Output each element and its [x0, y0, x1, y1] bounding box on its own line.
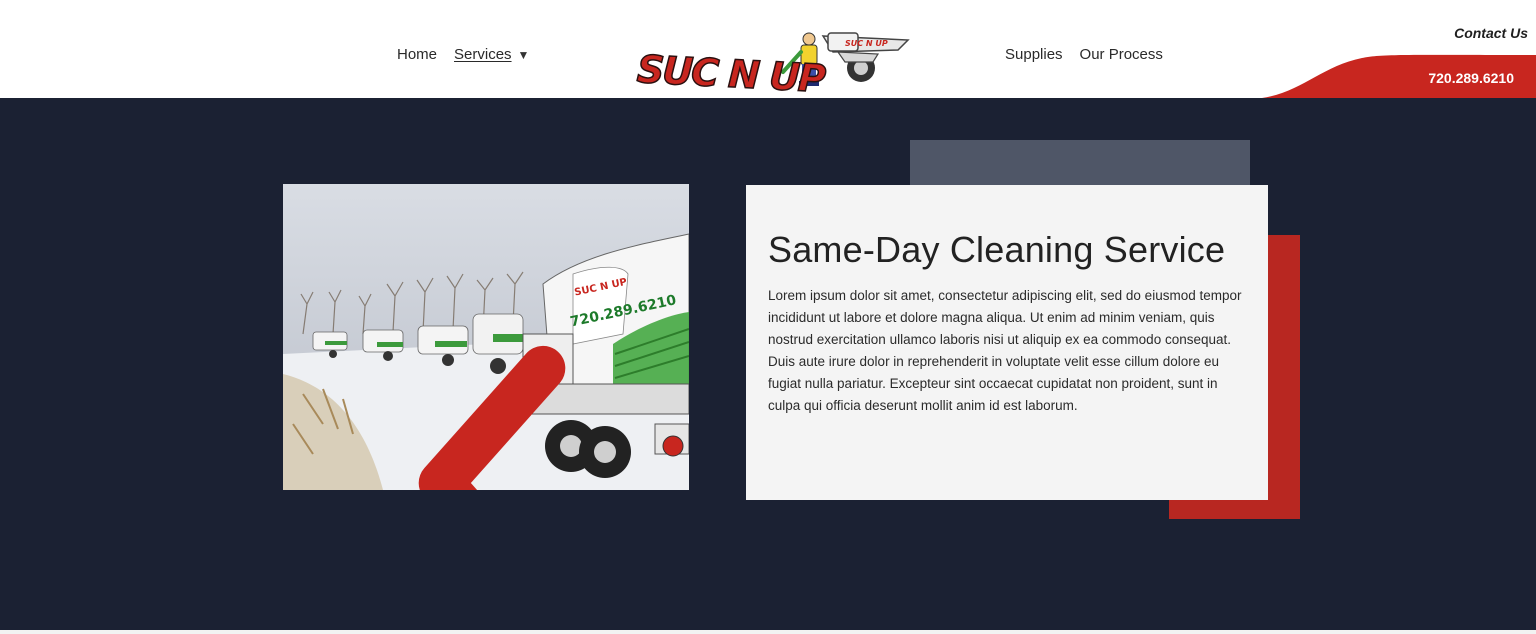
hero-section: SUC N UP 720.289.6210 Same-Day Cleaning … — [0, 98, 1536, 630]
nav-our-process[interactable]: Our Process — [1080, 46, 1163, 63]
primary-nav-right: Supplies Our Process — [1005, 46, 1163, 63]
feature-card: Same-Day Cleaning Service Lorem ipsum do… — [746, 185, 1268, 500]
footer-divider — [0, 630, 1536, 634]
feature-description: Lorem ipsum dolor sit amet, consectetur … — [768, 288, 1242, 413]
nav-home[interactable]: Home — [397, 46, 437, 63]
hero-photo-carousel[interactable]: SUC N UP 720.289.6210 — [283, 184, 689, 490]
site-header: Home Services ▼ SUC N UP SUC N UP Suppli… — [0, 0, 1536, 102]
feature-title: Same-Day Cleaning Service — [768, 229, 1226, 270]
contact-us-link[interactable]: Contact Us — [1454, 25, 1528, 41]
phone-banner: 720.289.6210 — [1262, 52, 1536, 98]
phone-number-link[interactable]: 720.289.6210 — [1428, 70, 1514, 86]
triangle-down-icon[interactable]: ▼ — [518, 48, 530, 62]
nav-services[interactable]: Services — [454, 46, 512, 63]
nav-supplies[interactable]: Supplies — [1005, 46, 1063, 63]
logo-graphic: SUC N UP SUC N UP — [635, 32, 910, 102]
primary-nav-left: Home Services ▼ — [397, 46, 529, 63]
logo-wordmark: SUC N UP — [636, 47, 827, 98]
nav-services-dropdown[interactable]: Services ▼ — [454, 46, 529, 63]
site-logo[interactable]: SUC N UP SUC N UP — [633, 28, 915, 102]
logo-truck-text: SUC N UP — [845, 39, 888, 48]
decorative-gray-block — [910, 140, 1250, 188]
chevron-left-icon[interactable] — [289, 330, 689, 490]
